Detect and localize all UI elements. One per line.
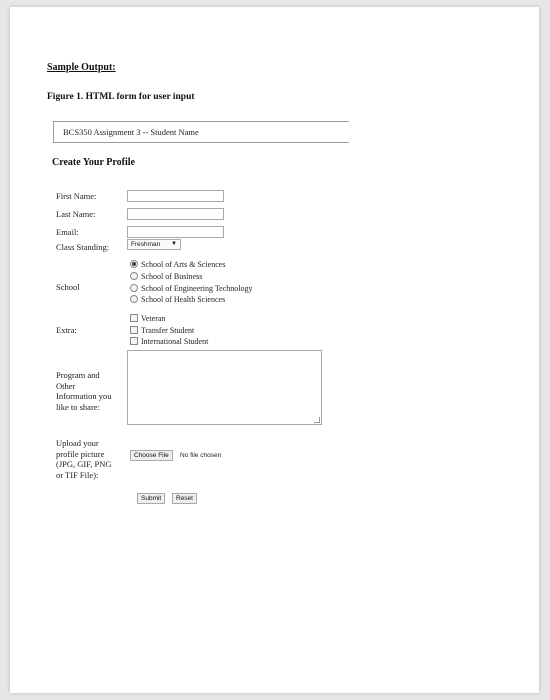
class-standing-select[interactable]: Freshman ▼ bbox=[127, 239, 181, 250]
no-file-chosen-text: No file chosen bbox=[180, 452, 222, 459]
school-label: School bbox=[56, 282, 80, 292]
assignment-title-box: BCS350 Assignment 3 -- Student Name bbox=[53, 121, 349, 143]
radio-icon[interactable] bbox=[130, 260, 138, 269]
class-standing-label: Class Standing: bbox=[56, 242, 110, 252]
checkbox-icon[interactable] bbox=[130, 337, 138, 346]
chevron-down-icon: ▼ bbox=[171, 241, 177, 247]
upload-label: Upload your profile picture (JPG, GIF, P… bbox=[56, 438, 112, 480]
checkbox-icon[interactable] bbox=[130, 314, 138, 323]
program-info-label: Program and Other Information you like t… bbox=[56, 370, 112, 412]
radio-icon[interactable] bbox=[130, 272, 138, 281]
email-input[interactable] bbox=[127, 226, 224, 238]
first-name-input[interactable] bbox=[127, 190, 224, 202]
extra-label: Extra: bbox=[56, 325, 77, 335]
extra-option-veteran[interactable]: Veteran bbox=[130, 314, 165, 323]
last-name-input[interactable] bbox=[127, 208, 224, 220]
form-title: Create Your Profile bbox=[52, 157, 135, 168]
assignment-title: BCS350 Assignment 3 -- Student Name bbox=[63, 127, 199, 137]
extra-option-international[interactable]: International Student bbox=[130, 337, 208, 346]
choose-file-button[interactable]: Choose File bbox=[130, 450, 173, 461]
last-name-label: Last Name: bbox=[56, 209, 96, 219]
email-label: Email: bbox=[56, 227, 79, 237]
school-option-engineering[interactable]: School of Engineering Technology bbox=[130, 284, 253, 293]
first-name-label: First Name: bbox=[56, 191, 97, 201]
radio-icon[interactable] bbox=[130, 284, 138, 293]
class-standing-value: Freshman bbox=[131, 241, 161, 248]
submit-button[interactable]: Submit bbox=[137, 493, 166, 504]
school-option-arts[interactable]: School of Arts & Sciences bbox=[130, 260, 225, 269]
sample-output-heading: Sample Output: bbox=[47, 62, 116, 73]
program-info-textarea[interactable] bbox=[127, 350, 322, 425]
school-option-business[interactable]: School of Business bbox=[130, 272, 202, 281]
extra-option-transfer[interactable]: Transfer Student bbox=[130, 326, 194, 335]
figure-caption: Figure 1. HTML form for user input bbox=[47, 92, 195, 102]
school-option-health[interactable]: School of Health Sciences bbox=[130, 295, 225, 304]
radio-icon[interactable] bbox=[130, 295, 138, 304]
resize-grip-icon[interactable] bbox=[314, 417, 320, 423]
reset-button[interactable]: Reset bbox=[172, 493, 197, 504]
checkbox-icon[interactable] bbox=[130, 326, 138, 335]
